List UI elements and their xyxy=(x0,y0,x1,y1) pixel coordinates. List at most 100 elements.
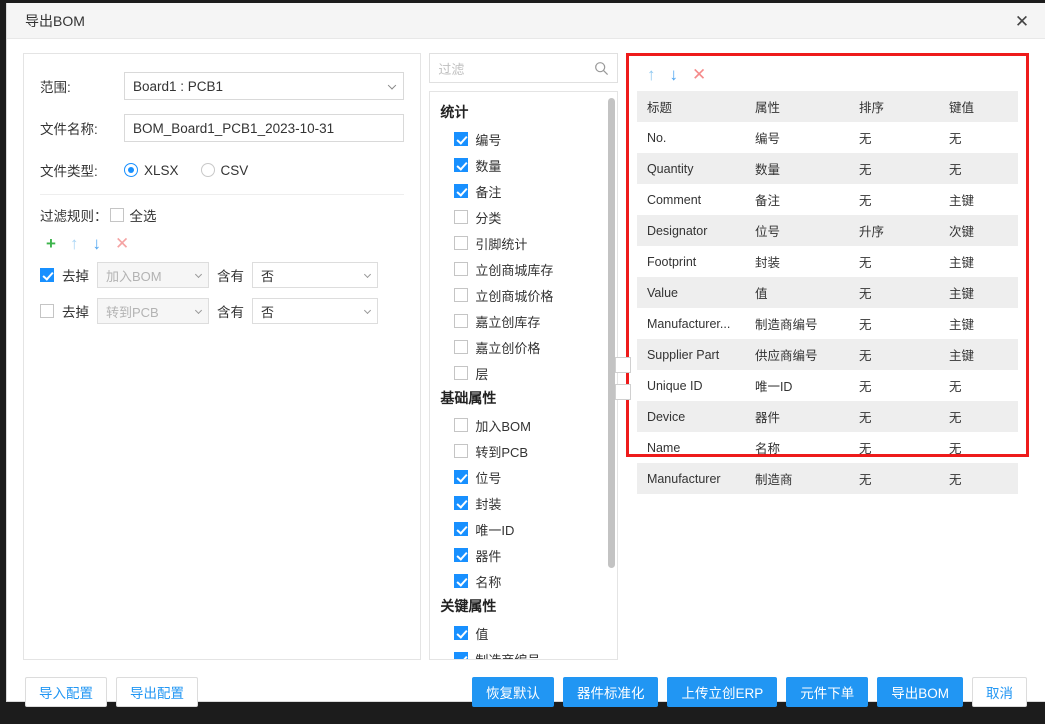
field-option-checkbox[interactable] xyxy=(454,522,469,536)
field-option-checkbox[interactable] xyxy=(454,340,469,354)
move-up-icon[interactable]: ↑ xyxy=(647,66,656,83)
table-row[interactable]: Footprint 封装 无 主键 xyxy=(637,246,1018,277)
export-config-button[interactable]: 导出配置 xyxy=(116,677,198,707)
upload-erp-button[interactable]: 上传立创ERP xyxy=(667,677,778,707)
filename-input[interactable]: BOM_Board1_PCB1_2023-10-31 xyxy=(124,114,405,142)
standardize-parts-button[interactable]: 器件标准化 xyxy=(562,677,659,707)
field-option[interactable]: 备注 xyxy=(440,178,607,204)
field-option[interactable]: 引脚统计 xyxy=(440,230,607,256)
table-row[interactable]: Name 名称 无 无 xyxy=(637,432,1018,463)
field-option-checkbox[interactable] xyxy=(454,418,469,432)
table-column-header[interactable]: 键值 xyxy=(939,91,1018,122)
field-option[interactable]: 器件 xyxy=(440,542,607,568)
table-row[interactable]: Designator 位号 升序 次键 xyxy=(636,215,1018,246)
column-toolbar: ↑ ↓ ✕ xyxy=(637,64,1018,91)
field-option-checkbox[interactable] xyxy=(454,470,469,484)
table-column-header[interactable]: 属性 xyxy=(745,91,849,122)
rule-enable-checkbox[interactable] xyxy=(40,304,54,318)
table-cell: 主键 xyxy=(948,287,974,301)
field-option-checkbox[interactable] xyxy=(454,366,469,380)
field-option-label: 唯一ID xyxy=(475,522,515,538)
field-option[interactable]: 立创商城库存 xyxy=(440,256,607,282)
radio-csv-label: CSV xyxy=(220,162,249,178)
radio-xlsx[interactable]: XLSX xyxy=(124,163,179,178)
field-option-checkbox[interactable] xyxy=(454,574,469,588)
field-option-checkbox[interactable] xyxy=(454,158,469,172)
field-option[interactable]: 转到PCB xyxy=(440,438,607,464)
table-row[interactable]: Manufacturer 制造商 无 无 xyxy=(636,463,1018,494)
field-option-checkbox[interactable] xyxy=(454,548,469,562)
table-row[interactable]: No. 编号 无 无 xyxy=(637,122,1018,153)
search-icon[interactable] xyxy=(594,61,609,81)
field-list-scrollbar[interactable] xyxy=(607,98,615,568)
field-option[interactable]: 封装 xyxy=(440,490,607,516)
restore-default-button[interactable]: 恢复默认 xyxy=(471,677,554,707)
filter-search-box[interactable]: 过滤 xyxy=(429,53,618,83)
close-icon[interactable]: ✕ xyxy=(1007,7,1037,35)
table-cell: Device xyxy=(646,409,686,424)
table-column-header[interactable]: 排序 xyxy=(849,91,939,122)
field-option-checkbox[interactable] xyxy=(454,288,469,302)
field-option[interactable]: 嘉立创库存 xyxy=(440,308,607,334)
table-cell: Comment xyxy=(646,192,702,207)
field-option-checkbox[interactable] xyxy=(454,626,469,640)
field-option[interactable]: 立创商城价格 xyxy=(440,282,607,308)
field-option-checkbox[interactable] xyxy=(454,496,469,510)
field-option-checkbox[interactable] xyxy=(454,132,469,146)
field-option-label: 转到PCB xyxy=(475,444,529,460)
table-row[interactable]: Supplier Part 供应商编号 无 主键 xyxy=(636,339,1018,370)
rule-value-select[interactable]: 否 xyxy=(252,262,378,288)
field-option-checkbox[interactable] xyxy=(454,236,469,250)
filter-search-input[interactable]: 过滤 xyxy=(438,59,464,78)
field-option-checkbox[interactable] xyxy=(454,262,469,276)
export-bom-button[interactable]: 导出BOM xyxy=(877,677,963,707)
field-option-checkbox[interactable] xyxy=(454,210,469,224)
table-cell: 器件 xyxy=(754,411,780,425)
hidden-checkbox[interactable] xyxy=(615,357,631,373)
field-option[interactable]: 加入BOM xyxy=(440,412,607,438)
field-option[interactable]: 层 xyxy=(440,360,607,386)
field-option-checkbox[interactable] xyxy=(454,184,469,198)
table-cell: Manufacturer... xyxy=(646,316,731,331)
radio-csv[interactable]: CSV xyxy=(200,162,249,178)
rule-enable-checkbox[interactable] xyxy=(40,268,54,282)
field-option[interactable]: 名称 xyxy=(440,568,607,594)
scope-select[interactable]: Board1 : PCB1 xyxy=(124,72,405,100)
field-option[interactable]: 数量 xyxy=(440,152,607,178)
move-down-icon[interactable]: ↓ xyxy=(669,66,678,83)
table-row[interactable]: Comment 备注 无 主键 xyxy=(637,184,1018,215)
remove-column-icon[interactable]: ✕ xyxy=(692,66,706,83)
order-parts-button[interactable]: 元件下单 xyxy=(786,677,869,707)
table-column-header[interactable]: 标题 xyxy=(637,91,745,122)
import-config-button[interactable]: 导入配置 xyxy=(25,677,107,707)
table-row[interactable]: Value 值 无 主键 xyxy=(636,277,1018,308)
field-option-checkbox[interactable] xyxy=(454,444,469,458)
field-option[interactable]: 编号 xyxy=(440,126,607,152)
table-row[interactable]: Unique ID 唯一ID 无 无 xyxy=(637,370,1018,401)
move-down-icon[interactable]: ↓ xyxy=(92,235,101,252)
table-row[interactable]: Device 器件 无 无 xyxy=(636,401,1018,432)
field-option[interactable]: 嘉立创价格 xyxy=(440,334,607,360)
field-option[interactable]: 分类 xyxy=(440,204,607,230)
delete-rule-icon[interactable]: ✕ xyxy=(115,235,129,252)
add-rule-icon[interactable]: + xyxy=(46,235,56,252)
table-cell: 无 xyxy=(858,349,872,363)
rule-field-select[interactable]: 加入BOM xyxy=(97,262,209,288)
table-row[interactable]: Quantity 数量 无 无 xyxy=(636,153,1018,184)
field-option[interactable]: 唯一ID xyxy=(440,516,607,542)
select-all-checkbox[interactable] xyxy=(109,208,124,222)
table-row[interactable]: Manufacturer... 制造商编号 无 主键 xyxy=(637,308,1018,339)
field-option-checkbox[interactable] xyxy=(454,314,469,328)
field-option[interactable]: 位号 xyxy=(440,464,607,490)
cancel-button[interactable]: 取消 xyxy=(972,677,1027,707)
field-option[interactable]: 值 xyxy=(440,620,607,646)
field-option-checkbox[interactable] xyxy=(454,652,469,659)
hidden-checkbox[interactable] xyxy=(615,384,631,400)
rule-field-select[interactable]: 转到PCB xyxy=(97,298,209,324)
rule-value-select[interactable]: 否 xyxy=(252,298,378,324)
rule-action-label: 去掉 xyxy=(62,305,89,320)
move-up-icon[interactable]: ↑ xyxy=(70,235,79,252)
field-option[interactable]: 制造商编号 xyxy=(440,646,607,659)
table-cell: 无 xyxy=(948,442,962,456)
field-list[interactable]: 统计 编号 数量 备注 分类 引脚统计 立创商城库存 立创商城价格 嘉立创库存 嘉立创价格层基础属… xyxy=(429,91,618,660)
